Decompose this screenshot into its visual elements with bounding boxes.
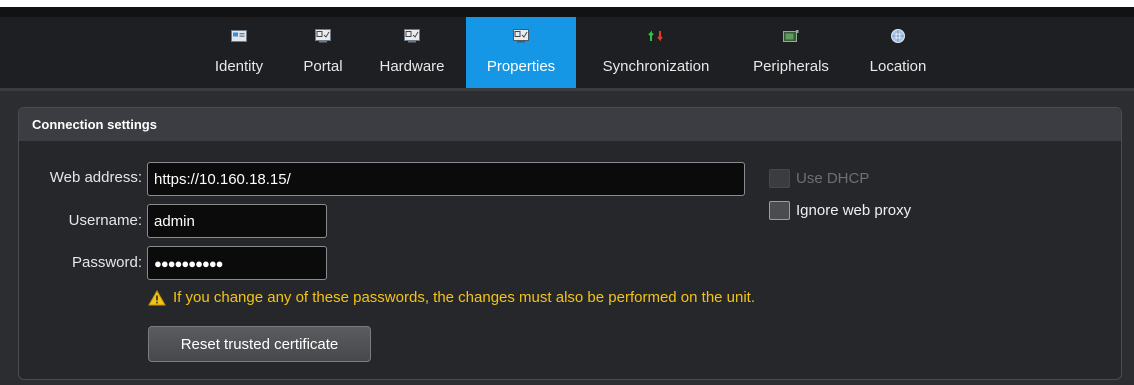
tab-label: Portal: [303, 58, 343, 75]
tab-peripherals[interactable]: Peripherals: [742, 17, 840, 88]
hardware-icon: [403, 28, 421, 44]
tab-hardware[interactable]: Hardware: [370, 17, 454, 88]
reset-trusted-certificate-button[interactable]: Reset trusted certificate: [148, 326, 371, 362]
username-input[interactable]: admin: [147, 204, 327, 238]
tab-location[interactable]: Location: [858, 17, 938, 88]
use-dhcp-checkbox[interactable]: Use DHCP: [769, 169, 869, 188]
tab-bar-divider: [0, 88, 1134, 91]
properties-icon: [512, 28, 530, 44]
web-address-label: Web address:: [49, 169, 142, 186]
warning-icon: [148, 289, 166, 306]
sync-icon: [647, 28, 665, 44]
tab-label: Properties: [486, 58, 556, 75]
password-label: Password:: [71, 254, 142, 271]
tab-identity[interactable]: Identity: [207, 17, 271, 88]
tab-label: Peripherals: [753, 58, 829, 75]
checkbox-box: [769, 201, 790, 220]
ignore-web-proxy-label: Ignore web proxy: [796, 202, 912, 219]
ignore-web-proxy-checkbox[interactable]: Ignore web proxy: [769, 201, 911, 220]
tab-label: Identity: [214, 58, 264, 75]
tab-synchronization[interactable]: Synchronization: [590, 17, 722, 88]
username-label: Username:: [68, 212, 142, 229]
portal-icon: [314, 28, 332, 44]
location-icon: [889, 28, 907, 44]
use-dhcp-label: Use DHCP: [796, 170, 870, 187]
peripherals-icon: [782, 28, 800, 44]
tab-bar: Identity Portal Hardware Properties Sync…: [0, 17, 1134, 88]
tab-label: Hardware: [379, 58, 445, 75]
tab-label: Synchronization: [602, 58, 710, 75]
password-input[interactable]: ●●●●●●●●●●: [147, 246, 327, 280]
warning-text: If you change any of these passwords, th…: [173, 289, 756, 306]
tab-portal[interactable]: Portal: [295, 17, 351, 88]
top-strip: [0, 7, 1134, 17]
tab-label: Location: [869, 58, 927, 75]
panel-title: Connection settings: [19, 108, 1121, 141]
warning-message: If you change any of these passwords, th…: [148, 289, 755, 306]
web-address-input[interactable]: https://10.160.18.15/: [147, 162, 745, 196]
identity-icon: [230, 28, 248, 44]
tab-properties[interactable]: Properties: [466, 17, 576, 88]
connection-settings-panel: Connection settings Web address: https:/…: [18, 107, 1122, 380]
checkbox-box: [769, 169, 790, 188]
